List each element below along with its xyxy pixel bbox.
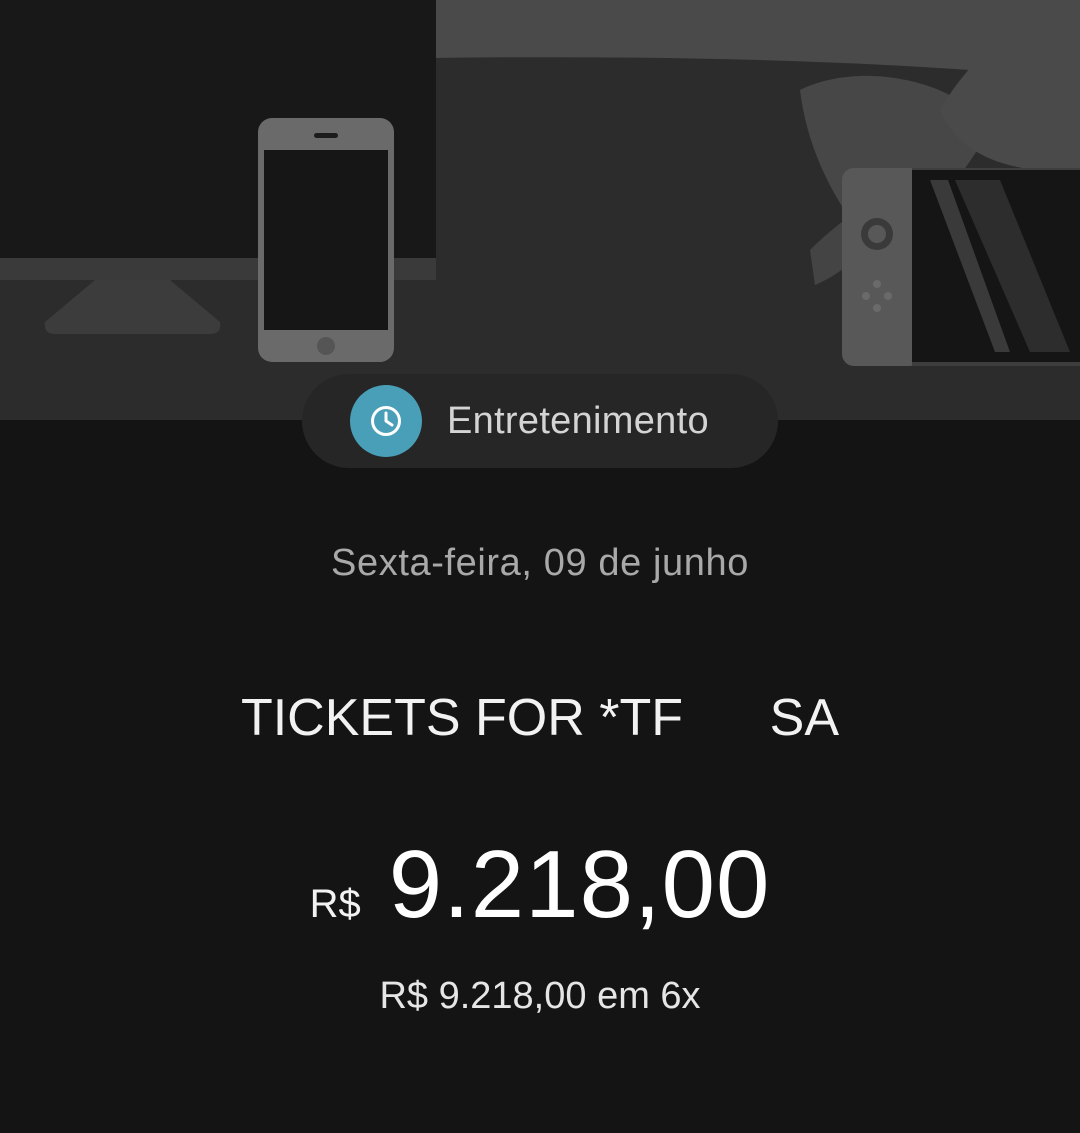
transaction-date: Sexta-feira, 09 de junho xyxy=(331,542,749,584)
clock-icon xyxy=(350,385,422,457)
category-chip[interactable]: Entretenimento xyxy=(302,374,778,468)
merchant-name: TICKETS FOR *TF SA xyxy=(240,689,840,747)
category-banner xyxy=(0,0,1080,420)
currency-symbol: R$ xyxy=(309,882,361,926)
category-label: Entretenimento xyxy=(447,399,709,442)
installments-info: R$ 9.218,00 em 6x xyxy=(379,975,701,1017)
transaction-detail-screen: Entretenimento Sexta-feira, 09 de junho … xyxy=(0,0,1080,1133)
amount-value: 9.218,00 xyxy=(388,831,771,938)
devices-illustration xyxy=(0,0,1080,420)
transaction-amount: R$ 9.218,00 xyxy=(0,830,1080,940)
